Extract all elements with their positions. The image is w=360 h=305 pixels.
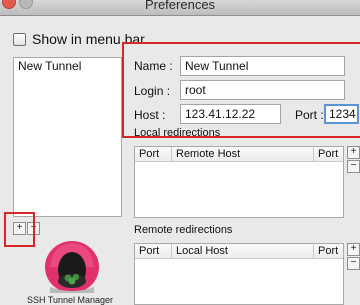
local-redirections-table[interactable]: Port Remote Host Port xyxy=(134,146,344,218)
window-title: Preferences xyxy=(144,0,216,12)
app-logo-icon xyxy=(40,237,104,296)
col-port[interactable]: Port xyxy=(135,244,171,258)
add-remote-redirection-button[interactable]: + xyxy=(347,243,360,256)
add-remove-highlight xyxy=(4,212,35,247)
tunnel-list[interactable]: New Tunnel xyxy=(13,57,122,217)
add-local-redirection-button[interactable]: + xyxy=(347,146,360,159)
local-redirections-header: Port Remote Host Port xyxy=(135,147,343,162)
col-port-2[interactable]: Port xyxy=(314,147,344,161)
col-port[interactable]: Port xyxy=(135,147,171,161)
col-remote-host[interactable]: Remote Host xyxy=(172,147,313,161)
remote-redirections-table[interactable]: Port Local Host Port xyxy=(134,243,344,305)
local-redirections-controls: + − xyxy=(347,146,360,174)
title-bar: Preferences xyxy=(0,0,360,16)
remove-local-redirection-button[interactable]: − xyxy=(347,160,360,173)
connection-settings-highlight xyxy=(122,42,360,138)
col-port-2[interactable]: Port xyxy=(314,244,344,258)
remote-redirections-controls: + − xyxy=(347,243,360,271)
remote-redirections-title: Remote redirections xyxy=(134,224,233,236)
col-local-host[interactable]: Local Host xyxy=(172,244,313,258)
tunnel-list-item[interactable]: New Tunnel xyxy=(14,58,121,74)
app-name: SSH Tunnel Manager xyxy=(27,295,114,305)
remove-remote-redirection-button[interactable]: − xyxy=(347,257,360,270)
show-in-menu-bar-checkbox[interactable] xyxy=(13,32,26,46)
remote-redirections-header: Port Local Host Port xyxy=(135,244,343,259)
